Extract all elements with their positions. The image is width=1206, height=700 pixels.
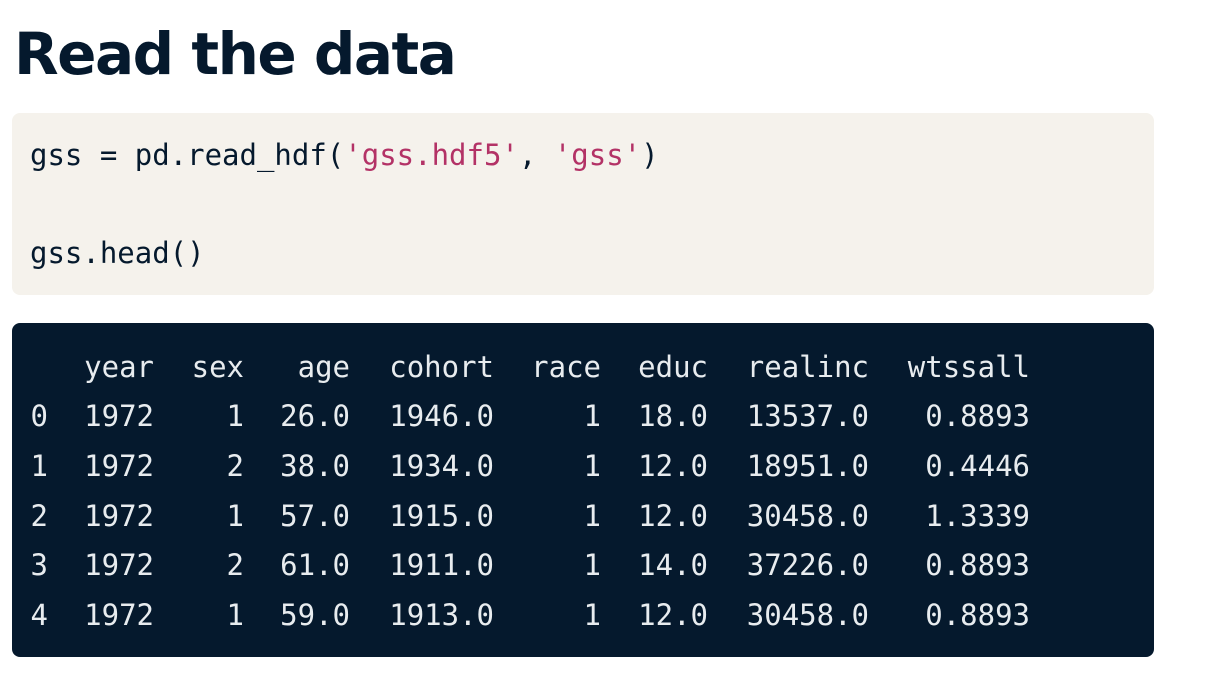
cell-educ: 12.0 (638, 598, 708, 632)
row-index: 1 (30, 449, 48, 483)
cell-educ: 12.0 (638, 449, 708, 483)
table-row: 0 1972 1 26.0 1946.0 1 18.0 13537.0 0.88… (12, 394, 1154, 438)
cell-race: 1 (583, 399, 601, 433)
row-index: 3 (30, 548, 48, 582)
column-header-wtssall: wtssall (907, 350, 1030, 384)
cell-year: 1972 (84, 499, 154, 533)
cell-realinc: 30458.0 (746, 499, 869, 533)
row-index: 4 (30, 598, 48, 632)
cell-age: 61.0 (280, 548, 350, 582)
cell-cohort: 1913.0 (389, 598, 494, 632)
table-row: 2 1972 1 57.0 1915.0 1 12.0 30458.0 1.33… (12, 494, 1154, 538)
cell-race: 1 (583, 449, 601, 483)
table-row: 1 1972 2 38.0 1934.0 1 12.0 18951.0 0.44… (12, 444, 1154, 488)
page-title: Read the data (14, 20, 457, 88)
cell-cohort: 1915.0 (389, 499, 494, 533)
cell-race: 1 (583, 548, 601, 582)
cell-wtssall: 0.4446 (925, 449, 1030, 483)
cell-wtssall: 1.3339 (925, 499, 1030, 533)
cell-sex: 1 (226, 499, 244, 533)
row-index: 0 (30, 399, 48, 433)
table-header-row: year sex age cohort race educ realinc wt… (12, 345, 1154, 389)
string-literal: 'gss' (553, 138, 642, 172)
cell-realinc: 13537.0 (746, 399, 869, 433)
cell-educ: 12.0 (638, 499, 708, 533)
cell-sex: 1 (226, 598, 244, 632)
slide: Read the data gss = pd.read_hdf('gss.hdf… (0, 0, 1206, 700)
column-header-educ: educ (638, 350, 708, 384)
cell-year: 1972 (84, 548, 154, 582)
column-header-year: year (84, 350, 154, 384)
cell-realinc: 37226.0 (746, 548, 869, 582)
table-row: 4 1972 1 59.0 1913.0 1 12.0 30458.0 0.88… (12, 593, 1154, 637)
table-row: 3 1972 2 61.0 1911.0 1 14.0 37226.0 0.88… (12, 543, 1154, 587)
cell-sex: 2 (226, 548, 244, 582)
cell-wtssall: 0.8893 (925, 598, 1030, 632)
code-text: , (518, 138, 554, 172)
cell-educ: 18.0 (638, 399, 708, 433)
code-text: ) (641, 138, 659, 172)
column-header-age: age (297, 350, 350, 384)
cell-cohort: 1911.0 (389, 548, 494, 582)
cell-age: 59.0 (280, 598, 350, 632)
column-header-realinc: realinc (746, 350, 869, 384)
row-index: 2 (30, 499, 48, 533)
cell-cohort: 1934.0 (389, 449, 494, 483)
column-header-cohort: cohort (389, 350, 494, 384)
cell-year: 1972 (84, 399, 154, 433)
cell-wtssall: 0.8893 (925, 399, 1030, 433)
code-line-head: gss.head() (30, 236, 205, 270)
cell-year: 1972 (84, 449, 154, 483)
cell-educ: 14.0 (638, 548, 708, 582)
column-header-sex: sex (191, 350, 244, 384)
cell-realinc: 30458.0 (746, 598, 869, 632)
output-cell: year sex age cohort race educ realinc wt… (12, 323, 1154, 657)
cell-age: 38.0 (280, 449, 350, 483)
cell-sex: 2 (226, 449, 244, 483)
cell-sex: 1 (226, 399, 244, 433)
code-cell: gss = pd.read_hdf('gss.hdf5', 'gss') gss… (12, 113, 1154, 295)
cell-race: 1 (583, 499, 601, 533)
cell-age: 26.0 (280, 399, 350, 433)
cell-wtssall: 0.8893 (925, 548, 1030, 582)
string-literal: 'gss.hdf5' (344, 138, 519, 172)
cell-race: 1 (583, 598, 601, 632)
code-text: gss = pd.read_hdf( (30, 138, 345, 172)
cell-cohort: 1946.0 (389, 399, 494, 433)
cell-age: 57.0 (280, 499, 350, 533)
cell-year: 1972 (84, 598, 154, 632)
column-header-race: race (531, 350, 601, 384)
code-line-read-hdf: gss = pd.read_hdf('gss.hdf5', 'gss') (30, 135, 659, 175)
cell-realinc: 18951.0 (746, 449, 869, 483)
